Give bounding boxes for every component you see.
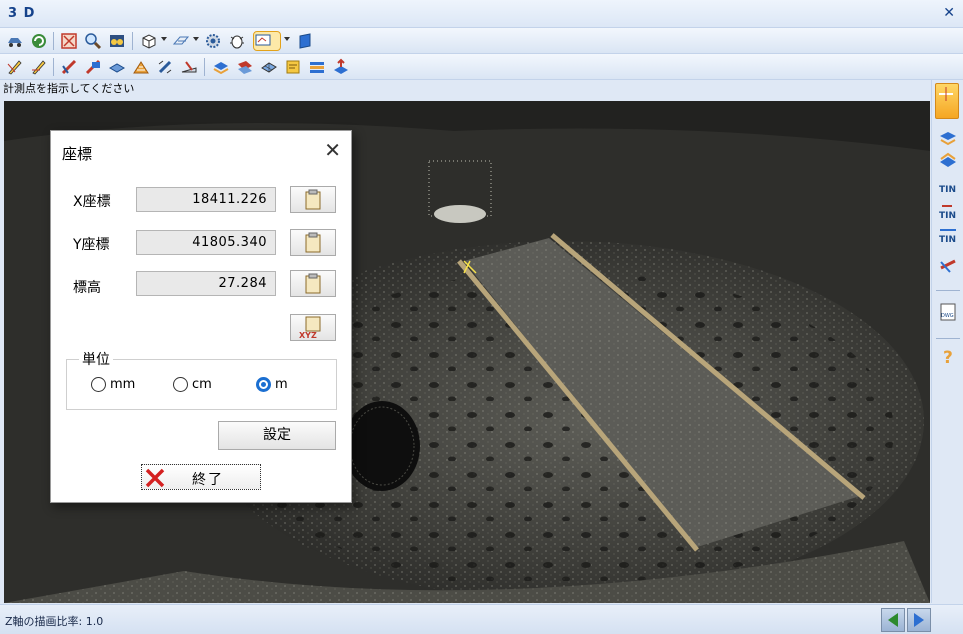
z-scale-status: Z軸の描画比率: 1.0 — [5, 615, 104, 628]
exit-button[interactable]: 終了 — [141, 464, 261, 490]
grid-icon[interactable] — [260, 58, 278, 76]
side-toolbar: TIN TIN TIN DWG ? — [931, 80, 963, 603]
window-titlebar: 3 D ✕ — [0, 0, 963, 28]
export-icon[interactable] — [332, 58, 350, 76]
y-coordinate-label: Y座標 — [73, 237, 110, 253]
svg-text:TIN: TIN — [939, 211, 956, 220]
tin-icon[interactable]: TIN — [938, 176, 958, 196]
measure-point-icon[interactable] — [253, 31, 281, 51]
set-button[interactable]: 設定 — [218, 421, 336, 450]
layer-icon[interactable] — [108, 58, 126, 76]
previous-view-icon[interactable] — [881, 608, 905, 632]
x-coordinate-label: X座標 — [73, 194, 111, 210]
coordinate-dialog: 座標 ✕ X座標 18411.226 Y座標 41805.340 標高 27.2… — [50, 130, 352, 503]
copy-xyz-button[interactable]: XYZ — [290, 314, 336, 341]
svg-text:TIN: TIN — [939, 235, 956, 244]
surface-icon[interactable] — [938, 150, 958, 170]
unit-radio-mm[interactable]: mm — [91, 377, 135, 392]
layers-move-icon[interactable] — [938, 126, 958, 146]
help-icon[interactable]: ? — [938, 346, 958, 366]
close-icon[interactable]: ✕ — [324, 138, 341, 162]
contour-icon[interactable] — [132, 58, 150, 76]
elevation-field[interactable]: 27.284 — [136, 271, 276, 296]
folder-icon[interactable] — [284, 58, 302, 76]
elevation-label: 標高 — [73, 280, 101, 296]
main-toolbar — [0, 28, 963, 54]
y-coordinate-field[interactable]: 41805.340 — [136, 230, 276, 255]
magnifier-icon[interactable] — [84, 32, 102, 50]
unit-group: 単位 mm cm m — [66, 349, 337, 410]
x-coordinate-field[interactable]: 18411.226 — [136, 187, 276, 212]
clipboard-icon — [305, 232, 321, 253]
layers-blue-icon[interactable] — [212, 58, 230, 76]
cube-icon[interactable] — [140, 32, 158, 50]
clipboard-icon — [305, 189, 321, 210]
pencil-line-icon[interactable] — [6, 58, 24, 76]
dialog-title: 座標 — [62, 145, 93, 163]
svg-text:TIN: TIN — [939, 185, 956, 195]
status-bar: Z軸の描画比率: 1.0 — [0, 604, 963, 634]
ruler-icon[interactable] — [180, 58, 198, 76]
instruction-text: 計測点を指示してください — [3, 82, 135, 95]
copy-elevation-button[interactable] — [290, 270, 336, 297]
unit-radio-m[interactable]: m — [256, 377, 288, 392]
binoculars-icon[interactable] — [108, 32, 126, 50]
sheets-icon[interactable] — [236, 58, 254, 76]
book-icon[interactable] — [296, 32, 314, 50]
cut-icon[interactable] — [938, 256, 958, 276]
next-view-icon[interactable] — [907, 608, 931, 632]
pencil-erase-icon[interactable] — [30, 58, 48, 76]
unit-group-label: 単位 — [79, 349, 113, 369]
gear-icon[interactable] — [204, 32, 222, 50]
clipboard-icon — [305, 273, 321, 294]
zoom-extent-icon[interactable] — [60, 32, 78, 50]
ruler-cursor-icon[interactable] — [935, 83, 959, 119]
svg-text:DWG: DWG — [941, 313, 954, 319]
copy-y-button[interactable] — [290, 229, 336, 256]
section-red-icon[interactable] — [60, 58, 78, 76]
copy-x-button[interactable] — [290, 186, 336, 213]
bug-icon[interactable] — [228, 32, 246, 50]
clipboard-xyz-icon: XYZ — [299, 316, 321, 340]
car-icon[interactable] — [6, 32, 24, 50]
edit-toolbar — [0, 54, 963, 80]
section-blue-icon[interactable] — [84, 58, 102, 76]
pencil-edit-icon[interactable] — [156, 58, 174, 76]
unit-radio-cm[interactable]: cm — [173, 377, 212, 392]
plane-icon[interactable] — [172, 32, 190, 50]
dwg-icon[interactable]: DWG — [938, 302, 958, 322]
refresh-icon[interactable] — [30, 32, 48, 50]
tin-grid-icon[interactable]: TIN — [938, 224, 958, 244]
window-title: 3 D — [8, 6, 36, 21]
svg-text:XYZ: XYZ — [299, 331, 317, 340]
red-x-icon — [145, 468, 165, 488]
tin-export-icon[interactable]: TIN — [938, 200, 958, 220]
close-icon[interactable]: ✕ — [943, 5, 955, 21]
layers-stack-icon[interactable] — [308, 58, 326, 76]
svg-text:?: ? — [943, 348, 953, 366]
